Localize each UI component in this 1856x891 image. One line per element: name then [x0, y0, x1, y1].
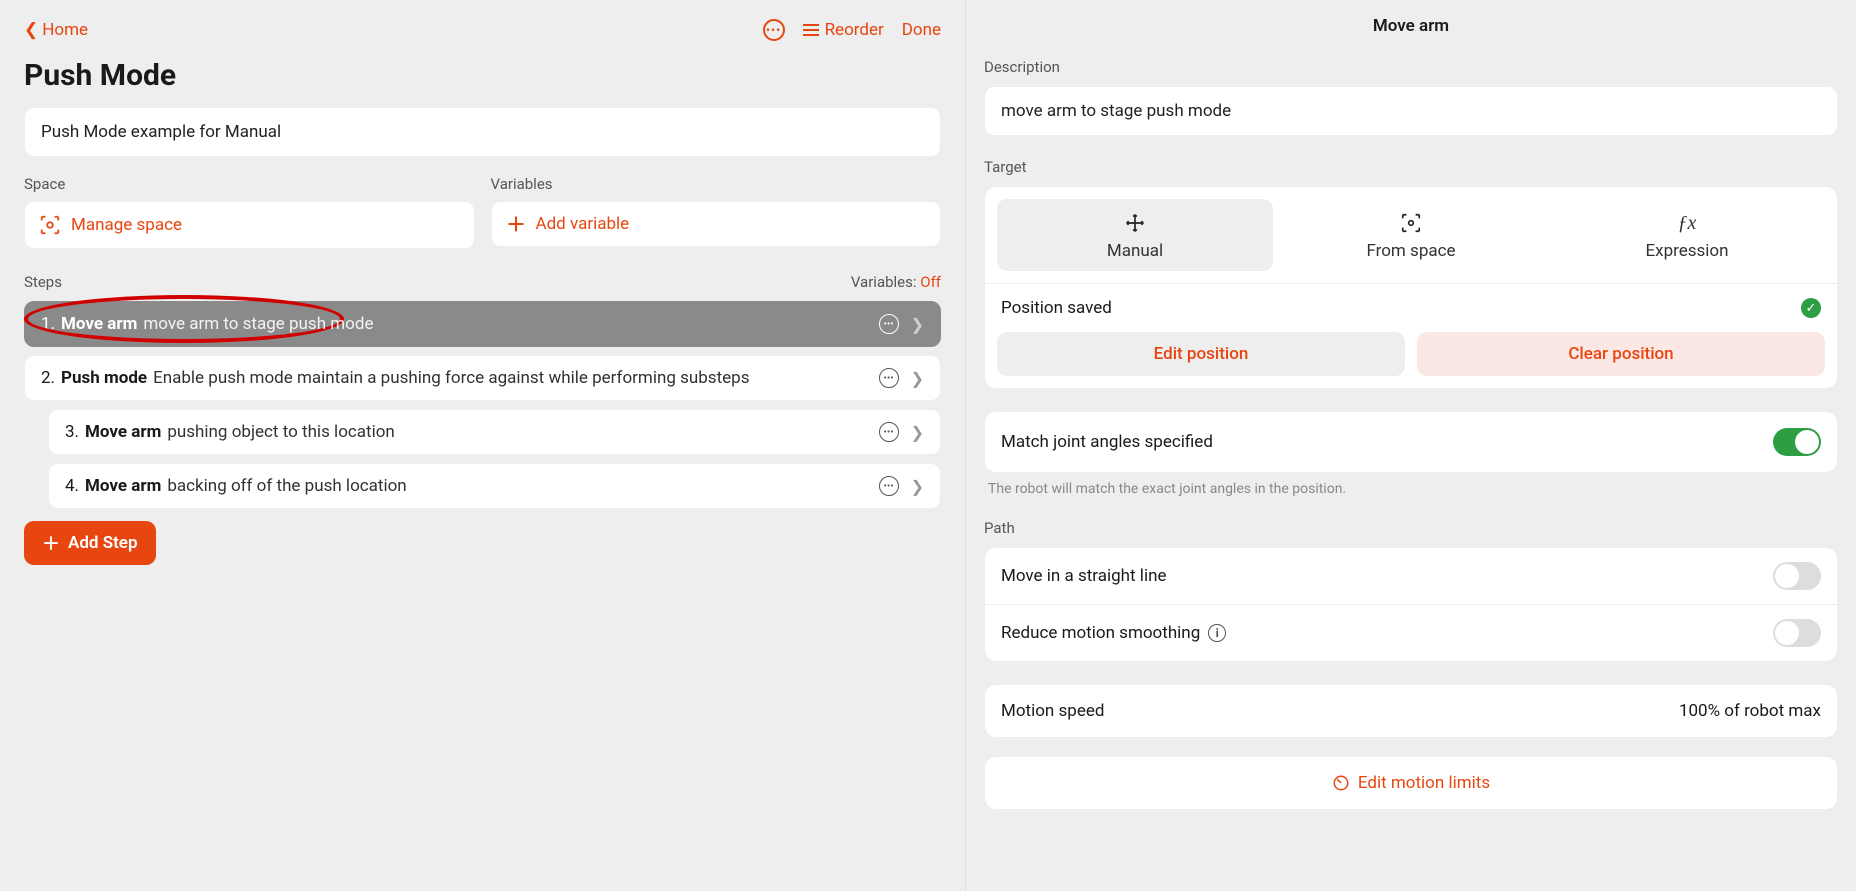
match-joint-hint: The robot will match the exact joint ang… [984, 473, 1838, 497]
detail-title: Move arm [984, 16, 1838, 36]
variables-state: Off [920, 273, 941, 291]
add-step-label: Add Step [68, 533, 138, 553]
steps-header: Steps Variables: Off [24, 273, 941, 291]
steps-label: Steps [24, 273, 62, 291]
variables-label: Variables [491, 175, 942, 193]
straight-line-label: Move in a straight line [1001, 566, 1166, 586]
info-icon[interactable]: i [1208, 624, 1226, 642]
step-name: Move arm [85, 476, 161, 496]
add-variable-label: Add variable [536, 214, 630, 234]
top-bar: ❮ Home ••• Reorder Done [24, 12, 941, 48]
step-row-2[interactable]: 2. Push mode Enable push mode maintain a… [24, 355, 941, 401]
gauge-icon [1332, 774, 1350, 792]
chevron-right-icon: ❯ [911, 369, 924, 388]
chevron-right-icon: ❯ [911, 423, 924, 442]
motion-speed-value: 100% of robot max [1679, 701, 1821, 721]
step-overflow-icon[interactable]: ••• [879, 368, 899, 388]
step-num: 4. [65, 476, 79, 496]
motion-speed-label: Motion speed [1001, 701, 1104, 721]
tab-from-space-label: From space [1366, 241, 1455, 261]
chevron-right-icon: ❯ [911, 477, 924, 496]
edit-position-label: Edit position [1154, 344, 1249, 364]
match-joint-row: Match joint angles specified [984, 411, 1838, 473]
plus-icon [506, 214, 526, 234]
straight-line-row: Move in a straight line [985, 548, 1837, 604]
overflow-icon[interactable]: ••• [763, 19, 785, 41]
page-title: Push Mode [24, 58, 941, 93]
step-overflow-icon[interactable]: ••• [879, 476, 899, 496]
step-num: 1. [41, 314, 55, 334]
left-panel: ❮ Home ••• Reorder Done Push Mode Push M… [0, 0, 965, 891]
description-field[interactable]: move arm to stage push mode [984, 86, 1838, 136]
motion-speed-row[interactable]: Motion speed 100% of robot max [984, 684, 1838, 738]
step-row-3[interactable]: 3. Move arm pushing object to this locat… [48, 409, 941, 455]
edit-position-button[interactable]: Edit position [997, 332, 1405, 376]
match-joint-label: Match joint angles specified [1001, 432, 1213, 452]
done-button[interactable]: Done [902, 20, 941, 40]
manage-space-label: Manage space [71, 215, 182, 235]
step-desc: Enable push mode maintain a pushing forc… [153, 368, 749, 388]
target-tabs: Manual From space ƒx Expression [985, 187, 1837, 283]
reduce-smoothing-toggle[interactable] [1773, 619, 1821, 647]
step-desc: backing off of the push location [167, 476, 406, 496]
plus-icon [42, 534, 60, 552]
clear-position-label: Clear position [1568, 344, 1673, 364]
space-label: Space [24, 175, 475, 193]
edit-motion-limits-label: Edit motion limits [1358, 773, 1490, 793]
target-card: Manual From space ƒx Expression Position… [984, 186, 1838, 389]
step-desc: move arm to stage push mode [143, 314, 373, 334]
reorder-label: Reorder [825, 20, 884, 40]
clear-position-button[interactable]: Clear position [1417, 332, 1825, 376]
home-label: Home [42, 20, 88, 40]
fx-icon: ƒx [1557, 211, 1817, 235]
step-num: 3. [65, 422, 79, 442]
path-card: Move in a straight line Reduce motion sm… [984, 547, 1838, 662]
reorder-icon [803, 24, 819, 36]
variables-word: Variables: [851, 273, 917, 291]
reduce-smoothing-label: Reduce motion smoothing [1001, 623, 1200, 643]
move-icon [1005, 211, 1265, 235]
step-name: Push mode [61, 368, 147, 388]
edit-motion-limits-button[interactable]: Edit motion limits [984, 756, 1838, 810]
reduce-smoothing-row: Reduce motion smoothing i [985, 604, 1837, 661]
manage-space-button[interactable]: Manage space [24, 201, 475, 249]
reorder-button[interactable]: Reorder [803, 20, 884, 40]
check-icon: ✓ [1801, 298, 1821, 318]
tab-expression-label: Expression [1645, 241, 1728, 261]
position-saved-label: Position saved [1001, 298, 1112, 318]
space-icon [1281, 211, 1541, 235]
chevron-left-icon: ❮ [24, 20, 38, 40]
step-overflow-icon[interactable]: ••• [879, 422, 899, 442]
add-variable-button[interactable]: Add variable [491, 201, 942, 247]
path-label: Path [984, 519, 1838, 537]
add-step-button[interactable]: Add Step [24, 521, 156, 565]
space-icon [39, 214, 61, 236]
match-joint-toggle[interactable] [1773, 428, 1821, 456]
position-saved-row: Position saved ✓ [985, 283, 1837, 332]
target-label: Target [984, 158, 1838, 176]
variables-toggle[interactable]: Variables: Off [851, 273, 941, 291]
straight-line-toggle[interactable] [1773, 562, 1821, 590]
top-actions: ••• Reorder Done [763, 19, 941, 41]
description-value: Push Mode example for Manual [41, 122, 281, 142]
tab-manual[interactable]: Manual [997, 199, 1273, 271]
description-label: Description [984, 58, 1838, 76]
tab-expression[interactable]: ƒx Expression [1549, 199, 1825, 271]
done-label: Done [902, 20, 941, 40]
description-input[interactable]: Push Mode example for Manual [24, 107, 941, 157]
right-panel: Move arm Description move arm to stage p… [965, 0, 1856, 891]
description-field-value: move arm to stage push mode [1001, 101, 1231, 121]
step-num: 2. [41, 368, 55, 388]
step-desc: pushing object to this location [167, 422, 394, 442]
tab-manual-label: Manual [1107, 241, 1163, 261]
steps-list: 1. Move arm move arm to stage push mode … [24, 301, 941, 509]
chevron-right-icon: ❯ [911, 315, 924, 334]
tab-from-space[interactable]: From space [1273, 199, 1549, 271]
step-row-1[interactable]: 1. Move arm move arm to stage push mode … [24, 301, 941, 347]
step-overflow-icon[interactable]: ••• [879, 314, 899, 334]
home-link[interactable]: ❮ Home [24, 20, 88, 40]
step-row-4[interactable]: 4. Move arm backing off of the push loca… [48, 463, 941, 509]
step-name: Move arm [61, 314, 137, 334]
step-name: Move arm [85, 422, 161, 442]
